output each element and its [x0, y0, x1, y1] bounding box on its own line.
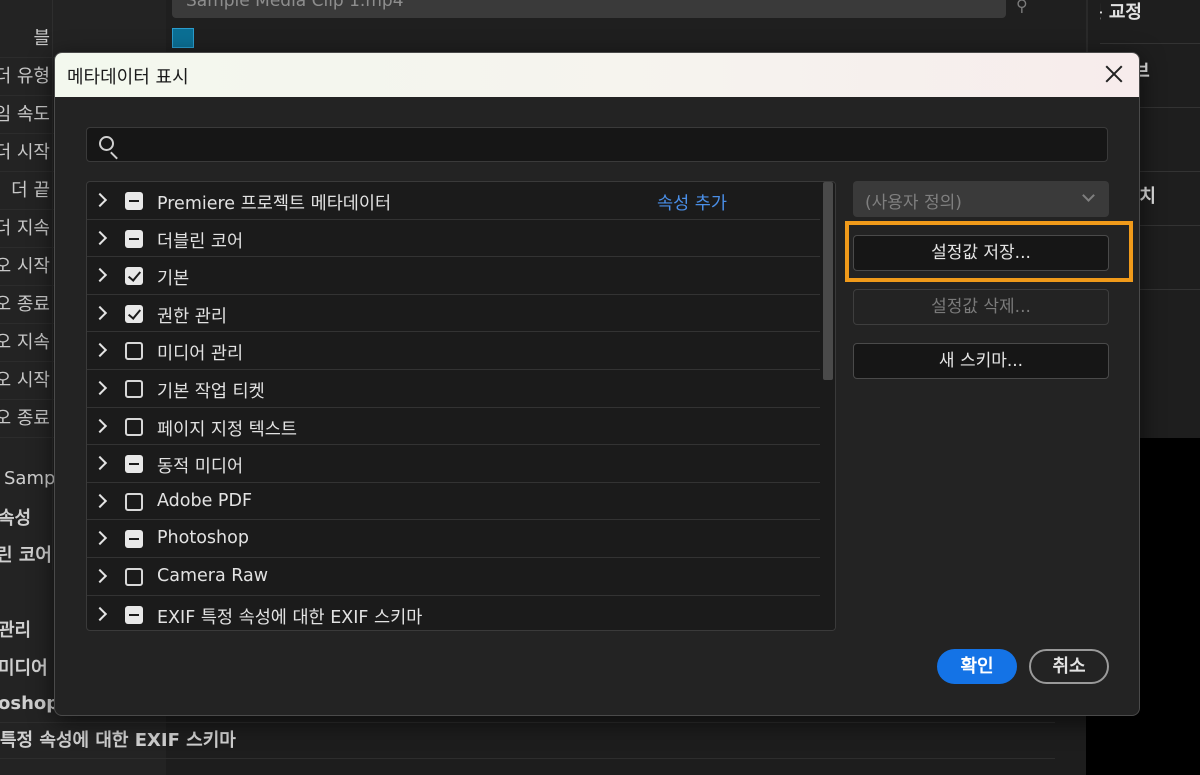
chevron-right-icon[interactable] [92, 418, 108, 433]
schema-checkbox[interactable] [125, 380, 143, 398]
schema-label: 권한 관리 [157, 306, 227, 327]
schema-label: 기본 작업 티켓 [157, 382, 265, 402]
schema-row[interactable]: Premiere 프로젝트 메타데이터 속성 추가 [87, 182, 820, 220]
new-schema-button[interactable]: 새 스키마... [853, 343, 1109, 379]
link-icon: ⚲ [1016, 0, 1028, 15]
schema-checkbox[interactable] [125, 267, 143, 286]
schema-label: Photoshop [157, 528, 249, 549]
metadata-schema-list: Premiere 프로젝트 메타데이터 속성 추가더블린 코어기본권한 관리미디어… [86, 181, 836, 631]
chevron-right-icon[interactable] [92, 305, 108, 320]
cancel-button[interactable]: 취소 [1029, 649, 1109, 684]
schema-checkbox[interactable] [125, 530, 143, 549]
schema-label: 기본 [157, 269, 190, 290]
schema-checkbox[interactable] [125, 492, 143, 511]
close-icon[interactable] [1101, 61, 1127, 87]
preset-dropdown[interactable]: (사용자 정의) [853, 181, 1109, 217]
chevron-right-icon[interactable] [92, 268, 108, 283]
schema-label: 페이지 지정 텍스트 [157, 419, 297, 440]
schema-row[interactable]: Photoshop [87, 520, 820, 558]
schema-checkbox[interactable] [125, 342, 143, 361]
dialog-titlebar: 메타데이터 표시 [55, 53, 1139, 97]
background-label: 속성 [0, 508, 32, 529]
background-label: 미디어 [0, 658, 48, 679]
background-label: oshop [0, 693, 60, 714]
schema-checkbox[interactable] [125, 455, 143, 474]
chevron-right-icon[interactable] [92, 456, 108, 471]
delete-preset-button[interactable]: 설정값 삭제... [853, 289, 1109, 325]
schema-label: 동적 미디어 [157, 457, 244, 478]
schema-label: 미디어 관리 [157, 344, 244, 365]
chevron-right-icon[interactable] [92, 192, 108, 208]
chevron-right-icon[interactable] [92, 230, 108, 245]
search-box [86, 127, 1108, 162]
search-icon [99, 136, 114, 151]
chevron-down-icon [1082, 189, 1095, 202]
background-row: 특정 속성에 대한 EXIF 스키마 [0, 722, 1055, 758]
schema-label: Adobe PDF [157, 490, 253, 511]
schema-label: Premiere 프로젝트 메타데이터 [157, 194, 392, 214]
background-row [0, 758, 1055, 775]
schema-row[interactable]: Adobe PDF [87, 483, 820, 521]
schema-row[interactable]: 더블린 코어 [87, 220, 820, 258]
background-label: Sampl [4, 468, 61, 489]
schema-checkbox[interactable] [125, 304, 143, 323]
metadata-display-dialog: 메타데이터 표시 Premiere 프로젝트 메타데이터 속성 추가더블린 코어기… [54, 52, 1140, 716]
schema-checkbox[interactable] [125, 192, 143, 210]
add-property-link[interactable]: 속성 추가 [657, 190, 727, 215]
chevron-right-icon[interactable] [92, 568, 108, 584]
schema-checkbox[interactable] [125, 229, 143, 248]
schema-row[interactable]: 기본 작업 티켓 [87, 370, 820, 408]
chevron-right-icon[interactable] [92, 493, 108, 508]
background-clip-name-field: Sample Media Clip 1.mp4 [172, 0, 1006, 18]
chevron-right-icon[interactable] [92, 343, 108, 358]
scrollbar[interactable] [821, 182, 835, 630]
ok-button[interactable]: 확인 [937, 649, 1017, 684]
schema-row[interactable]: 권한 관리 [87, 295, 820, 333]
background-right-row: 본 교정 [1100, 0, 1200, 44]
schema-row[interactable]: 미디어 관리 [87, 332, 820, 370]
schema-checkbox[interactable] [125, 605, 143, 624]
background-label: 관리 [0, 620, 32, 641]
chevron-right-icon[interactable] [92, 380, 108, 396]
schema-label: EXIF 특정 속성에 대한 EXIF 스키마 [157, 607, 423, 628]
chevron-right-icon[interactable] [92, 531, 108, 546]
highlight-box [845, 221, 1133, 282]
background-color-swatch [172, 28, 194, 48]
background-label: 린 코어 [0, 545, 52, 566]
schema-label: 더블린 코어 [157, 231, 244, 252]
schema-row[interactable]: 기본 [87, 257, 820, 295]
preset-dropdown-value: (사용자 정의) [865, 193, 962, 213]
schema-checkbox[interactable] [125, 568, 143, 586]
search-input[interactable] [127, 128, 1097, 161]
dialog-title: 메타데이터 표시 [67, 67, 189, 88]
chevron-right-icon[interactable] [92, 606, 108, 621]
schema-row[interactable]: 페이지 지정 텍스트 [87, 408, 820, 446]
scrollbar-thumb[interactable] [823, 182, 833, 380]
schema-row[interactable]: EXIF 특정 속성에 대한 EXIF 스키마 [87, 596, 820, 630]
schema-checkbox[interactable] [125, 417, 143, 436]
schema-row[interactable]: Camera Raw [87, 558, 820, 596]
schema-label: Camera Raw [157, 566, 269, 586]
schema-row[interactable]: 동적 미디어 [87, 445, 820, 483]
